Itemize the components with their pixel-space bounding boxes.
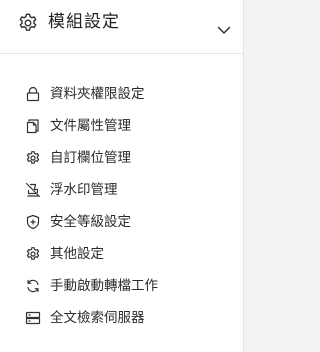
menu-item-other-settings[interactable]: 其他設定 — [0, 238, 243, 270]
menu-item-label: 資料夾權限設定 — [50, 86, 145, 102]
refresh-icon — [25, 278, 41, 294]
copy-icon — [25, 118, 41, 134]
menu-item-document-properties[interactable]: 文件屬性管理 — [0, 110, 243, 142]
menu-item-custom-fields[interactable]: 自訂欄位管理 — [0, 142, 243, 174]
menu-item-label: 自訂欄位管理 — [50, 150, 131, 166]
menu-item-label: 其他設定 — [50, 246, 104, 262]
menu-item-watermark[interactable]: 浮水印管理 — [0, 174, 243, 206]
page-title: 模組設定 — [48, 12, 120, 32]
gear-icon — [17, 12, 39, 34]
menu-item-label: 安全等級設定 — [50, 214, 131, 230]
menu-item-manual-conversion[interactable]: 手動啟動轉檔工作 — [0, 270, 243, 302]
menu-item-label: 手動啟動轉檔工作 — [50, 278, 158, 294]
lock-icon — [25, 86, 41, 102]
settings-panel: 模組設定 資料夾權限設定 文件屬性管理 自訂欄位管理 浮水印管理 安全等級設定 … — [0, 0, 244, 352]
settings-menu: 資料夾權限設定 文件屬性管理 自訂欄位管理 浮水印管理 安全等級設定 其他設定 … — [0, 78, 243, 334]
menu-item-label: 全文檢索伺服器 — [50, 310, 145, 326]
module-settings-header[interactable]: 模組設定 — [0, 0, 243, 54]
stamp-off-icon — [25, 182, 41, 198]
chevron-down-icon[interactable] — [217, 20, 231, 30]
menu-item-security-level[interactable]: 安全等級設定 — [0, 206, 243, 238]
gear-icon — [25, 246, 41, 262]
menu-item-label: 文件屬性管理 — [50, 118, 131, 134]
menu-item-folder-permissions[interactable]: 資料夾權限設定 — [0, 78, 243, 110]
gear-icon — [25, 150, 41, 166]
menu-item-label: 浮水印管理 — [50, 182, 118, 198]
shield-icon — [25, 214, 41, 230]
menu-item-fulltext-server[interactable]: 全文檢索伺服器 — [0, 302, 243, 334]
server-icon — [25, 310, 41, 326]
